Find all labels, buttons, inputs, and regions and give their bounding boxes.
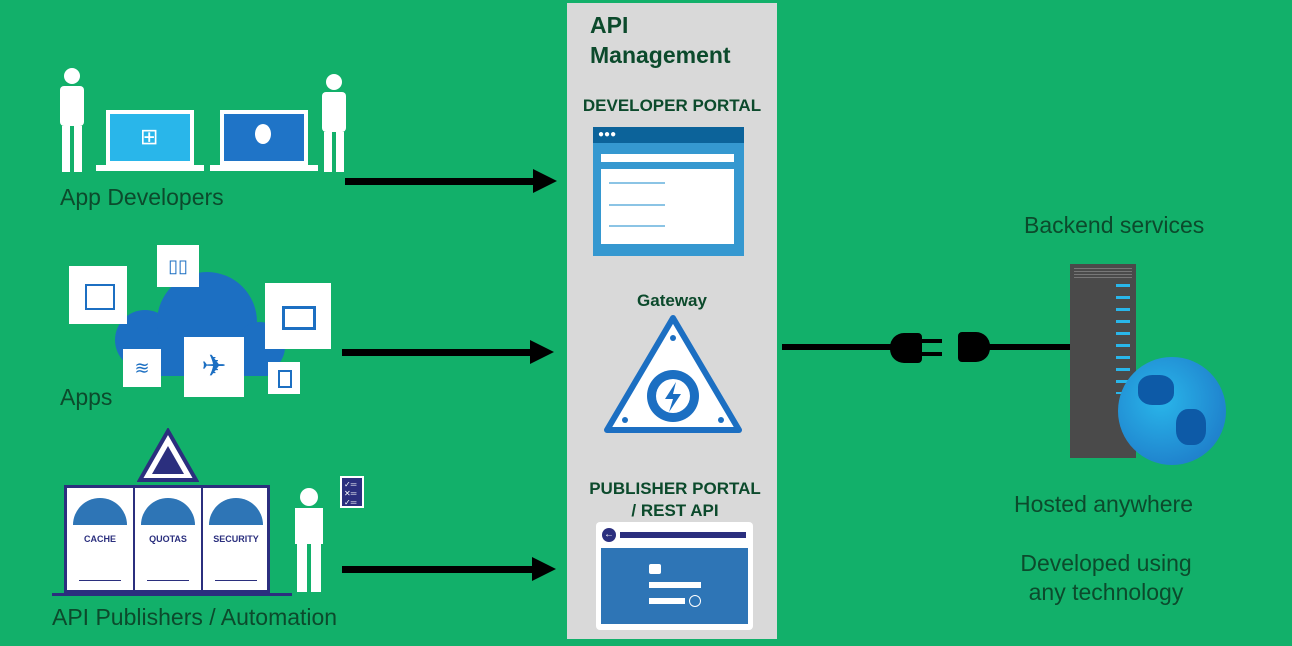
submit-arrow-icon xyxy=(689,595,701,607)
gauge-label-security: SECURITY xyxy=(213,534,259,544)
developer-person-icon xyxy=(52,68,92,173)
socket-icon xyxy=(958,332,990,362)
lock-icon xyxy=(649,564,661,574)
apple-laptop-icon xyxy=(220,110,308,165)
developed-line-2: any technology xyxy=(1028,579,1184,605)
api-management-title: API Management xyxy=(590,10,731,70)
developer-portal-heading: DEVELOPER PORTAL xyxy=(582,96,762,115)
publisher-person-icon xyxy=(283,488,333,593)
wifi-icon: ≋ xyxy=(123,349,161,387)
app-developers-label: App Developers xyxy=(60,184,224,210)
mail-icon xyxy=(265,283,331,349)
windows-laptop-icon: ⊞ xyxy=(106,110,194,165)
connection-line-left xyxy=(782,344,892,350)
developed-using-label: Developed using any technology xyxy=(1000,549,1212,607)
publisher-portal-icon[interactable]: ← xyxy=(596,522,753,630)
apps-label: Apps xyxy=(60,384,113,410)
calculator-icon xyxy=(268,362,300,394)
gauge-label-quotas: QUOTAS xyxy=(149,534,187,544)
title-line-1: API xyxy=(590,12,629,38)
publisher-portal-line-1: PUBLISHER PORTAL xyxy=(589,479,761,498)
gateway-heading: Gateway xyxy=(637,291,707,310)
back-arrow-icon[interactable]: ← xyxy=(602,528,616,542)
developer-person-icon xyxy=(314,74,354,174)
airplane-icon: ✈ xyxy=(184,337,244,397)
gateway-icon[interactable] xyxy=(601,312,745,436)
arrow-publishers-to-portal xyxy=(342,557,556,581)
publishers-label: API Publishers / Automation xyxy=(52,604,338,630)
developer-portal-icon[interactable]: ●●● xyxy=(593,127,744,256)
gauge-label-cache: CACHE xyxy=(83,534,116,544)
title-line-2: Management xyxy=(590,42,731,68)
plug-icon xyxy=(890,333,922,363)
hosted-anywhere-label: Hosted anywhere xyxy=(1014,491,1193,517)
arrow-apps-to-gateway xyxy=(342,340,554,364)
triangle-logo-icon xyxy=(137,428,199,482)
checklist-icon: ✓═ ✕═ ✓═ xyxy=(340,476,364,508)
calendar-icon xyxy=(69,266,127,324)
arrow-developers-to-portal xyxy=(345,169,557,193)
publisher-portal-heading: PUBLISHER PORTAL / REST API xyxy=(567,478,783,522)
publisher-portal-line-2: / REST API xyxy=(631,501,719,520)
globe-icon xyxy=(1118,357,1226,465)
connection-line-right xyxy=(988,344,1070,350)
backend-services-label: Backend services xyxy=(1024,212,1205,238)
developed-line-1: Developed using xyxy=(1020,550,1192,576)
control-panel: CACHE QUOTAS SECURITY xyxy=(64,485,270,593)
book-icon: ▯▯ xyxy=(157,245,199,287)
